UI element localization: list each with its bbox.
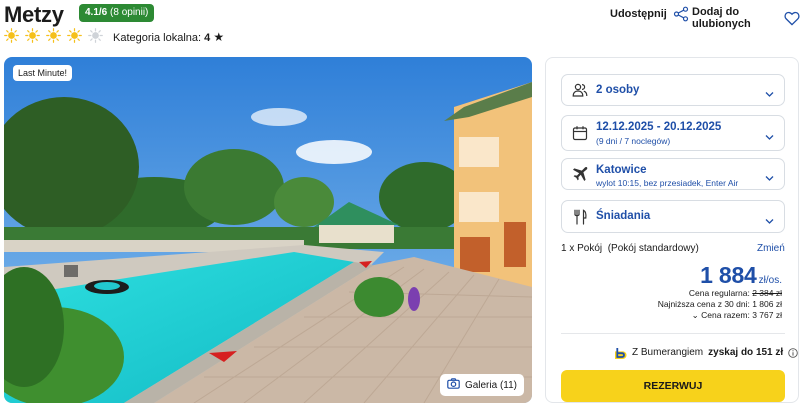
chevron-down-icon [765, 170, 774, 181]
price-amount: 1 884 [700, 262, 757, 288]
total-price-label: Cena razem: [701, 310, 750, 320]
departure-sub: wylot 10:15, bez przesiadek, Enter Air [596, 178, 739, 188]
bumerang-prefix: Z Bumerangiem [632, 347, 704, 358]
info-icon[interactable] [788, 347, 798, 358]
dates-sub: (9 dni / 7 noclegów) [596, 136, 671, 146]
departure-select[interactable]: Katowice wylot 10:15, bez przesiadek, En… [561, 158, 785, 190]
sun-icon [67, 28, 82, 43]
board-select[interactable]: Śniadania [561, 200, 785, 233]
chevron-down-icon [765, 129, 774, 140]
dates-value: 12.12.2025 - 20.12.2025 [596, 121, 722, 133]
regular-price-value: 2 384 zł [752, 288, 782, 298]
category-value: 4 [204, 32, 211, 44]
bumerang-bonus: zyskaj do 151 zł [708, 347, 784, 358]
chevron-down-icon [765, 212, 774, 224]
dates-select[interactable]: 12.12.2025 - 20.12.2025 (9 dni / 7 nocle… [561, 115, 785, 151]
chevron-down-icon: ⌄ [691, 310, 699, 320]
lowest-30-label: Najniższa cena z 30 dni: [657, 299, 750, 309]
regular-price-label: Cena regularna: [688, 288, 750, 298]
change-room-link[interactable]: Zmień [757, 243, 785, 254]
guests-select[interactable]: 2 osoby [561, 74, 785, 106]
booking-panel: 2 osoby 12.12.2025 - 20.12.2025 (9 dni /… [545, 57, 799, 403]
bumerang-icon [614, 345, 627, 360]
price-unit: zł/os. [758, 275, 782, 286]
sun-icon [25, 28, 40, 43]
lowest-30-value: 1 806 zł [752, 299, 782, 309]
last-minute-badge: Last Minute! [13, 65, 73, 81]
sun-rating [4, 28, 103, 43]
sun-icon [46, 28, 61, 43]
guests-value: 2 osoby [596, 84, 640, 96]
add-to-favorites-button[interactable]: Dodaj do ulubionych [692, 6, 800, 30]
star-icon: ★ [213, 30, 225, 44]
price-per-person: 1 884 zł/os. [700, 262, 782, 289]
calendar-icon [572, 125, 588, 141]
sun-icon [4, 28, 19, 43]
bumerang-info: Z Bumerangiem zyskaj do 151 zł [614, 345, 798, 360]
total-price-value: 3 767 zł [752, 310, 782, 320]
hotel-name: Metzy [4, 2, 64, 27]
category-label: Kategoria lokalna: [113, 32, 202, 44]
room-info: 1 x Pokój (Pokój standardowy) [561, 243, 699, 254]
plane-icon [572, 166, 588, 182]
departure-city: Katowice [596, 164, 647, 176]
chevron-down-icon [765, 86, 774, 97]
divider [561, 333, 785, 334]
board-value: Śniadania [596, 210, 651, 222]
camera-icon [447, 378, 460, 392]
favorite-label: Dodaj do ulubionych [692, 6, 751, 30]
hotel-photo[interactable]: Last Minute! Galeria (11) [4, 57, 532, 403]
cutlery-icon [572, 208, 588, 225]
rating-badge[interactable]: 4.1/6 (8 opinii) [79, 4, 155, 22]
gallery-button[interactable]: Galeria (11) [439, 374, 524, 396]
share-button[interactable]: Udostępnij [610, 6, 689, 22]
share-label: Udostępnij [610, 8, 667, 20]
lowest-30-days-line: Najniższa cena z 30 dni: 1 806 zł [658, 299, 782, 309]
total-price-line[interactable]: ⌄ Cena razem: 3 767 zł [692, 310, 782, 321]
rating-value: 4.1/6 [85, 7, 108, 18]
room-type: (Pokój standardowy) [607, 243, 699, 254]
review-count: (8 opinii) [110, 7, 149, 18]
sun-empty-icon [88, 28, 103, 43]
gallery-label: Galeria (11) [464, 379, 517, 391]
pool-scene-image [4, 57, 532, 403]
share-icon [673, 6, 689, 22]
room-count: 1 x Pokój [561, 243, 603, 254]
heart-icon [784, 11, 800, 26]
regular-price-line: Cena regularna: 2 384 zł [689, 288, 782, 298]
people-icon [572, 82, 588, 98]
reserve-button[interactable]: REZERWUJ [561, 370, 785, 402]
local-category: Kategoria lokalna: 4 ★ [113, 30, 224, 44]
